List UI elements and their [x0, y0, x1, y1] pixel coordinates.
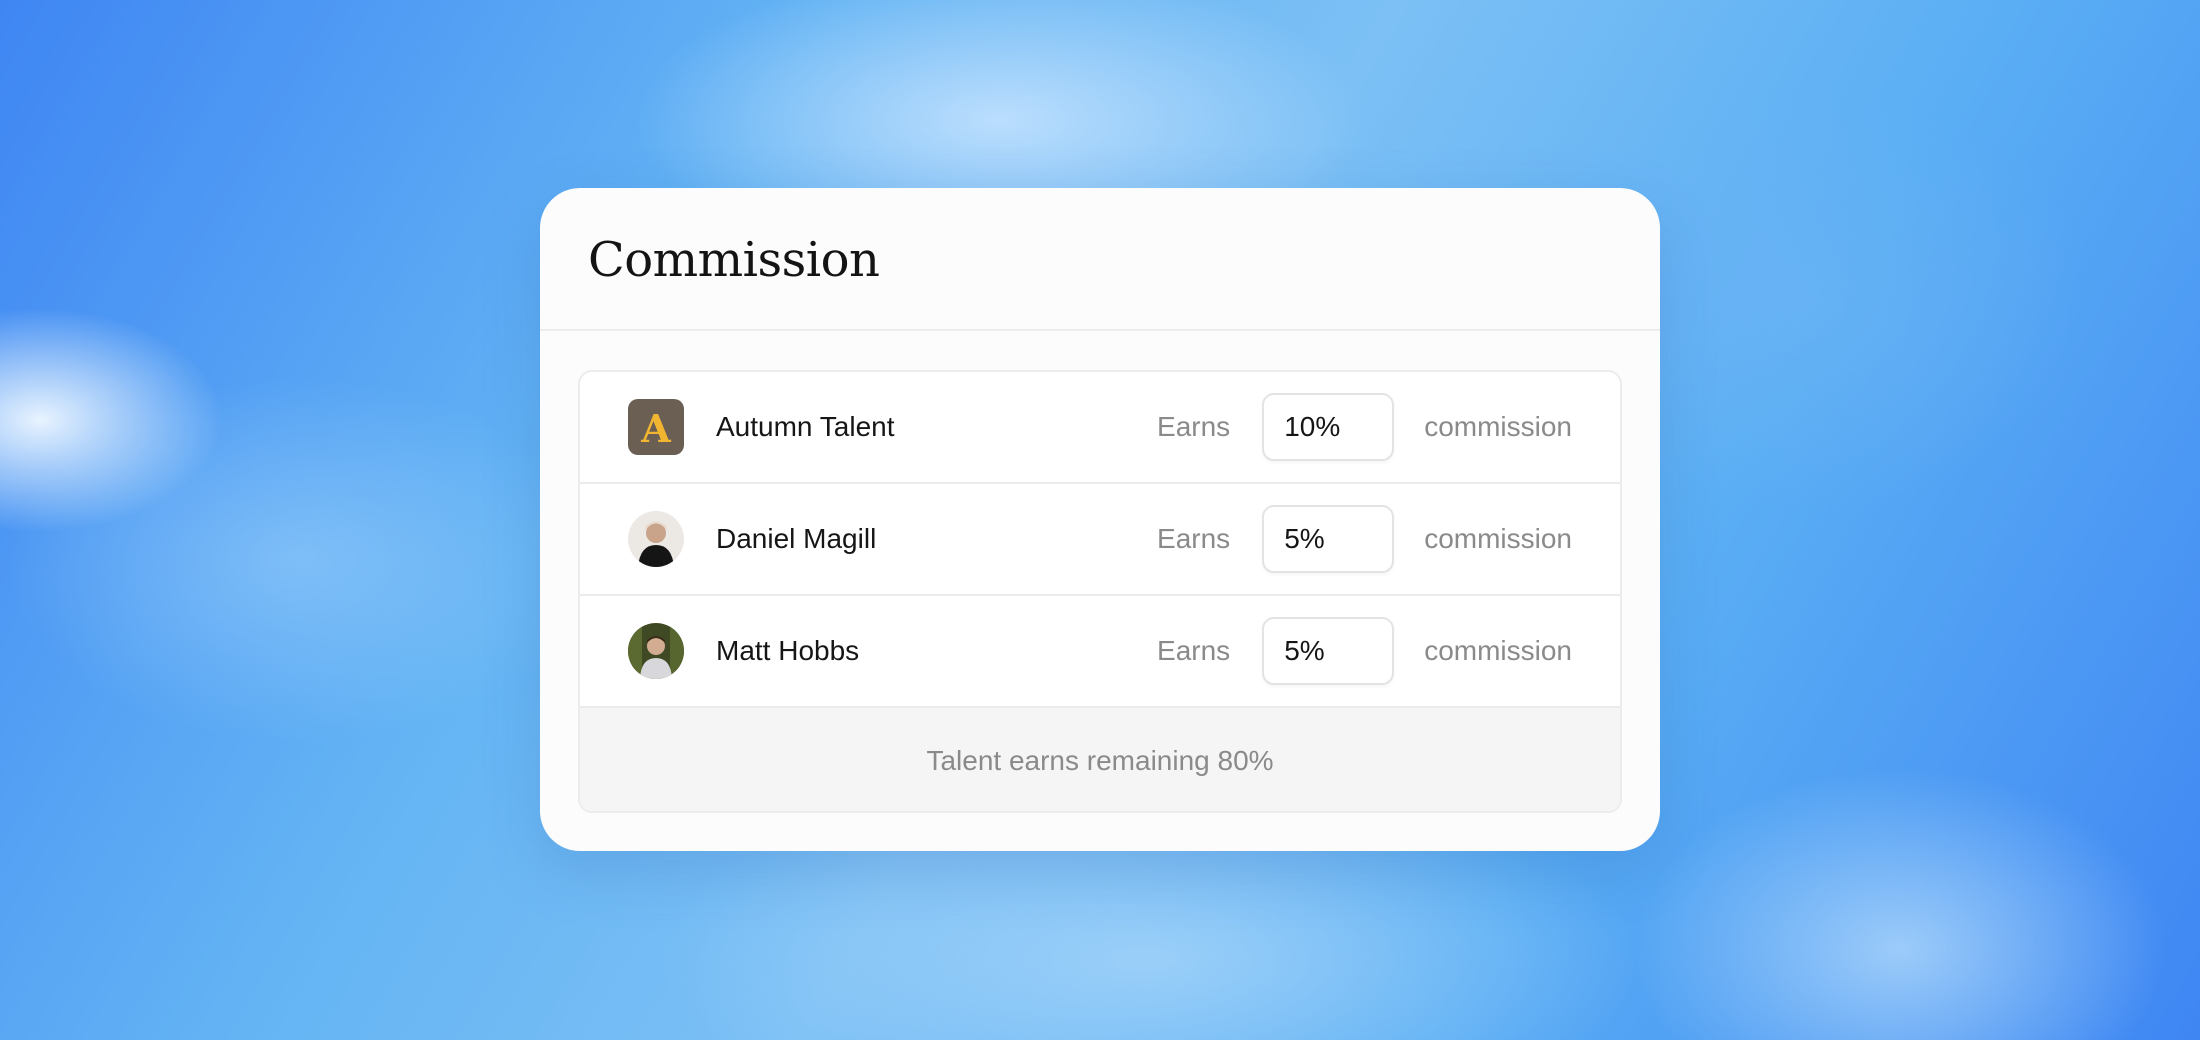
commission-label: commission — [1424, 523, 1572, 554]
card-header: Commission — [540, 188, 1660, 331]
remaining-summary: Talent earns remaining 80% — [580, 708, 1620, 811]
list-item: Matt Hobbs Earns commission — [580, 596, 1620, 708]
person-name: Matt Hobbs — [716, 635, 860, 666]
person-name: Daniel Magill — [716, 523, 877, 554]
list-item: A Autumn Talent Earns commission — [580, 372, 1620, 484]
commission-card: Commission A Autumn Talent Earns commiss… — [540, 188, 1660, 851]
commission-input[interactable] — [1262, 393, 1395, 461]
avatar — [628, 623, 684, 679]
autumn-talent-logo: A — [628, 399, 684, 455]
commission-label: commission — [1424, 635, 1572, 666]
commission-input[interactable] — [1262, 617, 1395, 685]
commission-list: A Autumn Talent Earns commission Daniel … — [578, 370, 1622, 813]
commission-input[interactable] — [1262, 505, 1395, 573]
earns-label: Earns — [1157, 635, 1231, 666]
avatar — [628, 511, 684, 567]
earns-label: Earns — [1157, 411, 1231, 442]
person-name: Autumn Talent — [716, 411, 895, 442]
commission-label: commission — [1424, 411, 1572, 442]
logo-letter: A — [640, 406, 671, 451]
card-title: Commission — [588, 232, 880, 288]
earns-label: Earns — [1157, 523, 1231, 554]
list-item: Daniel Magill Earns commission — [580, 484, 1620, 596]
